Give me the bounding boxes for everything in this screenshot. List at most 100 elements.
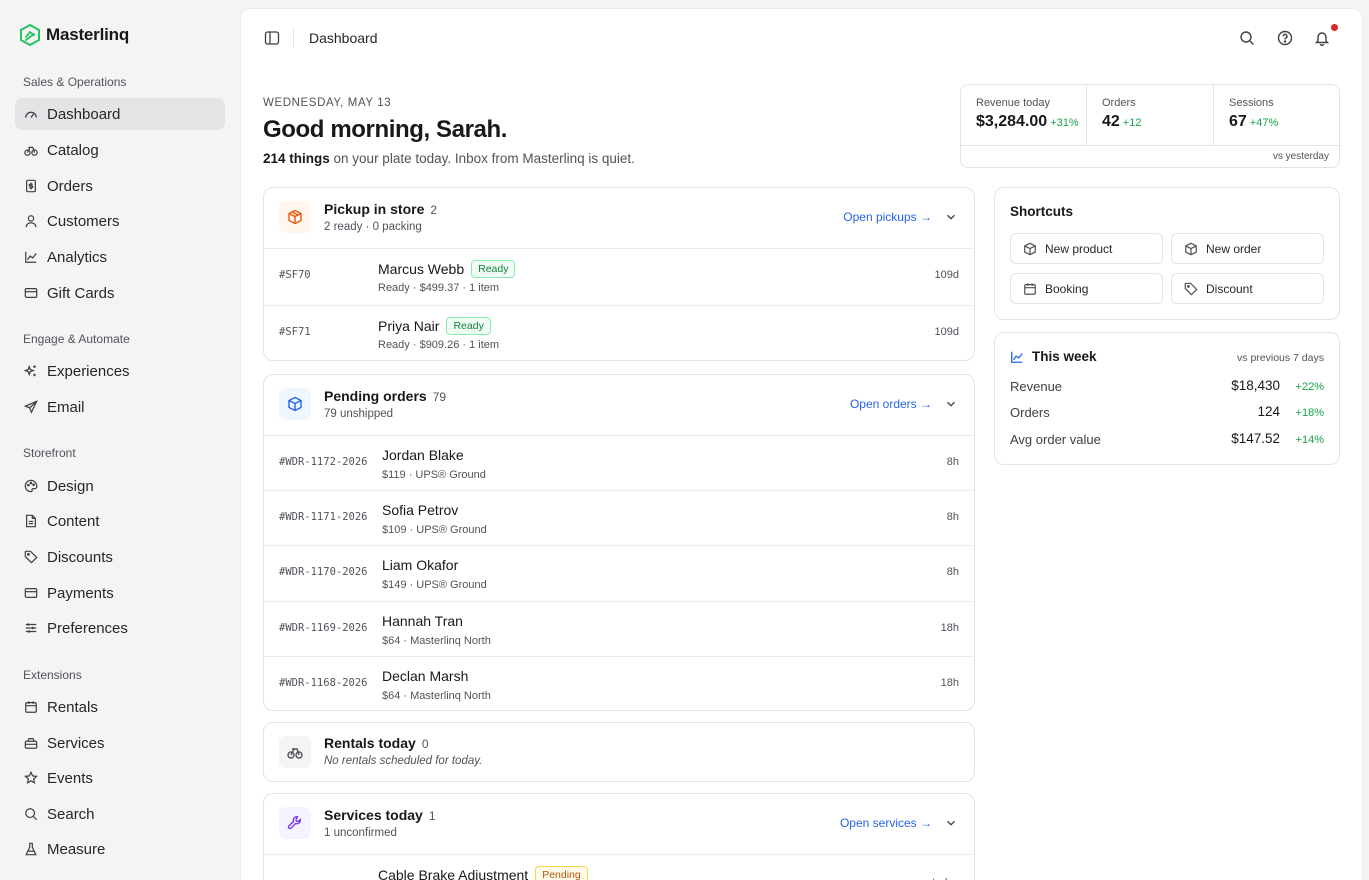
new-order-button[interactable]: New order [1171,233,1324,264]
stat-label: Sessions [1229,97,1274,109]
row-age: 18h [940,677,959,689]
card-header[interactable]: Pickup in store 2 2 ready · 0 packing Ope… [264,188,974,248]
chevron-down-icon[interactable] [944,210,958,224]
button-label: New order [1206,241,1262,256]
bell-icon[interactable] [1314,30,1330,46]
card-count: 2 [430,203,438,217]
nav-group-title: Sales & Operations [23,75,127,89]
row-id: #SF71 [279,326,311,338]
table-row[interactable]: Cable Brake AdjustmentPending today [264,854,974,880]
stat-delta: +47% [1249,117,1279,129]
card-title-text: Services today [324,807,423,823]
sidebar-item-label: Discounts [47,548,113,566]
new-product-button[interactable]: New product [1010,233,1163,264]
sidebar-item-catalog[interactable]: Catalog [15,134,225,166]
stat-delta: +31% [1050,117,1079,129]
status-badge: Ready [446,317,491,335]
shortcuts-panel: Shortcuts New product New order Booking … [994,187,1340,320]
open-services-link[interactable]: Open services → [840,816,932,830]
table-row[interactable]: #SF71 Priya Nair Ready Ready · $909.26 · … [264,305,974,360]
sidebar-item-email[interactable]: Email [15,391,225,423]
sidebar-item-search[interactable]: Search [15,798,225,830]
table-row[interactable]: #WDR-1172-2026 Jordan Blake $119 · UPS® … [264,435,974,490]
stat-value: $3,284.00 +31% [976,113,1086,131]
stat-number: 67 [1229,113,1247,130]
row-age: 8h [946,456,959,468]
button-label: Booking [1045,281,1089,296]
date-label: WEDNESDAY, MAY 13 [263,97,392,109]
row-name-text: Marcus Webb [378,261,465,277]
table-row[interactable]: #WDR-1168-2026 Declan Marsh $64 · Master… [264,656,974,710]
week-row-orders: Orders 124 +18% [1010,403,1324,423]
sidebar-item-experiences[interactable]: Experiences [15,355,225,387]
star-icon [24,771,38,785]
discount-button[interactable]: Discount [1171,273,1324,304]
card-count: 1 [428,809,436,823]
this-week-panel: This week vs previous 7 days Revenue $18… [994,332,1340,465]
row-age: 109d [934,326,959,338]
week-label: Avg order value [1010,432,1101,447]
table-row[interactable]: #WDR-1169-2026 Hannah Tran $64 · Masterl… [264,601,974,656]
search-icon[interactable] [1239,30,1255,46]
week-label: Orders [1010,405,1050,420]
card-header[interactable]: Pending orders 79 79 unshipped Open order… [264,375,974,435]
sidebar-item-customers[interactable]: Customers [15,205,225,237]
row-name: Jordan Blake [382,447,464,463]
sidebar-item-events[interactable]: Events [15,762,225,794]
package-icon [288,209,302,225]
wrench-icon [287,816,301,830]
gauge-icon [25,111,37,118]
table-row[interactable]: #SF70 Marcus Webb Ready Ready · $499.37 ·… [264,248,974,305]
sidebar-item-rentals[interactable]: Rentals [15,691,225,723]
help-icon[interactable] [1277,30,1293,46]
sliders-icon [25,623,37,633]
card-title: Services today 1 [324,807,436,823]
sidebar-item-label: Design [47,477,94,495]
sidebar-item-gift-cards[interactable]: Gift Cards [15,277,225,309]
row-name: Liam Okafor [382,557,459,573]
chart-line-icon [25,251,37,263]
row-id: #WDR-1171-2026 [279,511,368,523]
sidebar-item-services[interactable]: Services [15,727,225,759]
file-icon [26,514,36,528]
chevron-down-icon[interactable] [944,397,958,411]
brand[interactable]: Masterlinq [20,24,129,46]
sparkles-icon [24,364,36,377]
sidebar-item-preferences[interactable]: Preferences [15,612,225,644]
row-id: #SF70 [279,269,311,281]
sidebar-item-label: Search [47,805,95,823]
sidebar-toggle-icon[interactable] [264,30,280,46]
card-header[interactable]: Rentals today 0 No rentals scheduled for … [264,723,974,781]
credit-card-icon [24,288,38,298]
open-orders-link[interactable]: Open orders → [850,397,932,411]
row-name: Marcus Webb Ready [378,260,516,278]
sidebar-item-payments[interactable]: Payments [15,577,225,609]
row-age: 8h [946,511,959,523]
sidebar-item-label: Gift Cards [47,284,115,302]
card-title: Pickup in store 2 [324,201,437,217]
card-title: Pending orders 79 [324,388,446,404]
sidebar-item-design[interactable]: Design [15,470,225,502]
plate-summary: 214 things on your plate today. Inbox fr… [263,151,635,166]
table-row[interactable]: #WDR-1170-2026 Liam Okafor $149 · UPS® G… [264,545,974,601]
bicycle-icon [287,748,303,759]
row-name-text: Priya Nair [378,318,440,334]
card-icon-wrap [279,736,311,768]
box-icon [1185,242,1197,255]
table-row[interactable]: #WDR-1171-2026 Sofia Petrov $109 · UPS® … [264,490,974,545]
chevron-down-icon[interactable] [944,816,958,830]
card-subtitle: 2 ready · 0 packing [324,221,422,233]
card-header[interactable]: Services today 1 1 unconfirmed Open servi… [264,794,974,854]
booking-button[interactable]: Booking [1010,273,1163,304]
sidebar-item-dashboard[interactable]: Dashboard [15,98,225,130]
week-delta: +22% [1295,381,1324,393]
open-pickups-link[interactable]: Open pickups → [843,210,932,224]
sidebar-item-label: Catalog [47,141,99,159]
sidebar-item-discounts[interactable]: Discounts [15,541,225,573]
sidebar-item-orders[interactable]: Orders [15,170,225,202]
row-subtitle: $149 · UPS® Ground [382,579,487,591]
notification-dot [1331,24,1338,31]
sidebar-item-measure[interactable]: Measure [15,833,225,865]
sidebar-item-analytics[interactable]: Analytics [15,241,225,273]
sidebar-item-content[interactable]: Content [15,505,225,537]
